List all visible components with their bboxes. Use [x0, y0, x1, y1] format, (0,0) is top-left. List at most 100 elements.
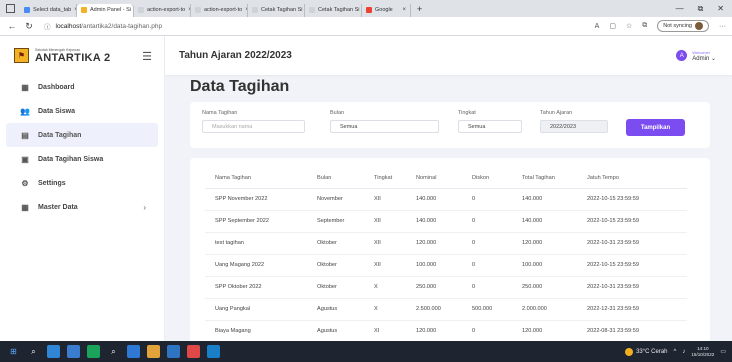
more-icon[interactable]: ··· — [719, 23, 726, 30]
sidebar-item-data-siswa[interactable]: 👥 Data Siswa — [6, 99, 158, 123]
favorites-icon[interactable]: ☆ — [626, 22, 632, 30]
brand-name: ANTARTIKA 2 — [35, 51, 111, 64]
table-row[interactable]: SPP Oktober 2022 Oktober X 250.000 0 250.000 2… — [205, 276, 687, 299]
vscode-icon[interactable] — [127, 345, 140, 358]
profile-button[interactable]: Not syncing — [657, 20, 709, 32]
search-app-icon[interactable]: ⌕ — [107, 345, 120, 358]
tahun-label: Tahun Ajaran — [540, 110, 573, 116]
user-menu[interactable]: A Welcome! Admin ⌄ — [676, 50, 732, 62]
notification-icon[interactable]: ▭ — [720, 348, 726, 355]
table-cell: Oktober — [317, 232, 374, 255]
browser-tab[interactable]: action-export-to× — [191, 3, 248, 17]
tab-title: Cetak Tagihan Si — [318, 7, 360, 13]
sidebar-item-data-tagihan[interactable]: ▤ Data Tagihan — [6, 123, 158, 147]
tab-favicon — [138, 7, 144, 13]
word-icon[interactable] — [167, 345, 180, 358]
url-field[interactable]: ⓘ localhost/antartika2/data-tagihan.php — [44, 21, 162, 32]
browser-tab[interactable]: Google × — [362, 3, 411, 17]
table-cell: SPP November 2022 — [205, 188, 317, 211]
browser-tab[interactable]: Cetak Tagihan Si× — [305, 3, 362, 17]
sidebar-item-master-data[interactable]: ▦ Master Data › — [6, 195, 158, 219]
browser-tab[interactable]: Cetak Tagihan Si× — [248, 3, 305, 17]
table-cell: 0 — [472, 254, 522, 277]
table-row[interactable]: SPP November 2022 November XII 140.000 0 140.… — [205, 188, 687, 211]
hamburger-menu-icon[interactable]: ☰ — [142, 50, 152, 63]
browser-tab[interactable]: action-export-to× — [134, 3, 191, 17]
info-icon[interactable]: ⓘ — [44, 21, 51, 31]
browser-tab[interactable]: Select data_tab× — [20, 3, 77, 17]
column-header: Nama Tagihan — [205, 168, 317, 189]
sidebar-item-label: Data Tagihan — [38, 131, 82, 139]
column-header: Diskon — [472, 168, 522, 189]
table-row[interactable]: test tagihan Oktober XII 120.000 0 120.000 202… — [205, 232, 687, 255]
tampilkan-button[interactable]: Tampilkan — [626, 119, 685, 136]
tingkat-select[interactable]: Semua — [458, 120, 522, 133]
table-row[interactable]: Uang Pangkal Agustus X 2.500.000 500.000 2.00… — [205, 298, 687, 321]
bulan-select[interactable]: Semua — [330, 120, 439, 133]
weather-widget[interactable]: 33°C Cerah — [625, 347, 668, 356]
table-cell: XII — [374, 188, 416, 211]
close-button[interactable]: ✕ — [717, 4, 724, 14]
table-cell: SPP Oktober 2022 — [205, 276, 317, 299]
table-cell: XI — [374, 320, 416, 341]
table-row[interactable]: Uang Magang 2022 Oktober XII 100.000 0 100.00… — [205, 254, 687, 277]
terminal-icon[interactable] — [207, 345, 220, 358]
chrome-icon[interactable] — [187, 345, 200, 358]
sidebar-menu: ▦ Dashboard 👥 Data Siswa ▤ Data Tagihan ▣ Data … — [0, 75, 164, 219]
address-bar: ← ↻ ⓘ localhost/antartika2/data-tagihan.… — [0, 17, 732, 36]
tray-chevron-icon[interactable]: ^ — [674, 349, 677, 355]
top-header: Tahun Ajaran 2022/2023 A Welcome! Admin … — [165, 36, 732, 75]
page-title: Data Tagihan — [190, 78, 290, 95]
table-row[interactable]: SPP September 2022 September XII 140.000 0 14… — [205, 210, 687, 233]
sync-status: Not syncing — [663, 23, 692, 29]
new-tab-button[interactable]: + — [411, 4, 428, 14]
folder-icon[interactable] — [147, 345, 160, 358]
table-cell: 2.000.000 — [522, 298, 587, 321]
clock[interactable]: 14:10 15/10/2022 — [691, 346, 714, 358]
sidebar-item-label: Settings — [38, 179, 66, 187]
table-cell: 140.000 — [522, 210, 587, 233]
start-icon[interactable]: ⊞ — [7, 345, 20, 358]
table-row[interactable]: Biaya Magang Agustus XI 120.000 0 120.000 2022… — [205, 320, 687, 341]
table-cell: 2.500.000 — [416, 298, 472, 321]
tahun-input[interactable]: 2022/2023 — [540, 120, 608, 133]
chat-icon[interactable] — [87, 345, 100, 358]
table-cell: Oktober — [317, 276, 374, 299]
table-cell: 100.000 — [416, 254, 472, 277]
profile-avatar — [695, 22, 703, 30]
nama-input[interactable]: Masukkan nama — [202, 120, 305, 133]
sidebar-item-data-tagihan-siswa[interactable]: ▣ Data Tagihan Siswa — [6, 147, 158, 171]
volume-icon[interactable]: ♪ — [682, 349, 685, 355]
dashboard-icon: ▦ — [21, 82, 29, 92]
table-body: SPP November 2022 November XII 140.000 0 140.… — [205, 188, 687, 341]
tab-title: action-export-to — [147, 7, 186, 13]
tab-favicon — [81, 7, 87, 13]
mail-icon[interactable] — [67, 345, 80, 358]
collections-icon[interactable]: ⧉ — [642, 22, 647, 30]
read-aloud-icon[interactable]: A — [595, 23, 600, 30]
sidebar-item-dashboard[interactable]: ▦ Dashboard — [6, 75, 158, 99]
chevron-right-icon: › — [143, 202, 146, 212]
browser-tab[interactable]: Admin Panel - Si× — [77, 3, 134, 17]
table-cell: November — [317, 188, 374, 211]
edge-icon[interactable] — [47, 345, 60, 358]
split-screen-icon[interactable]: ▢ — [609, 22, 616, 30]
clock-date: 15/10/2022 — [691, 351, 715, 357]
sidebar-item-settings[interactable]: ⚙ Settings — [6, 171, 158, 195]
table-cell: 0 — [472, 210, 522, 233]
table-cell: Uang Pangkal — [205, 298, 317, 321]
brand: ⚑ Sekolah Menengah Kejuruan ANTARTIKA 2 … — [0, 36, 164, 75]
tab-favicon — [252, 7, 258, 13]
reload-icon[interactable]: ↻ — [24, 21, 34, 32]
back-icon[interactable]: ← — [7, 21, 17, 31]
tingkat-label: Tingkat — [458, 110, 476, 116]
maximize-button[interactable]: ⧉ — [698, 4, 704, 14]
window-menu-icon[interactable] — [6, 4, 15, 13]
tab-title: action-export-to — [204, 7, 243, 13]
tab-close-icon[interactable]: × — [402, 7, 406, 13]
minimize-button[interactable]: — — [676, 4, 684, 14]
search-icon[interactable]: ⌕ — [27, 345, 40, 358]
table-cell: 2022-10-15 23:59:59 — [587, 188, 687, 211]
table-cell: 2022-10-31 23:59:59 — [587, 232, 687, 255]
table-cell: 120.000 — [522, 320, 587, 341]
